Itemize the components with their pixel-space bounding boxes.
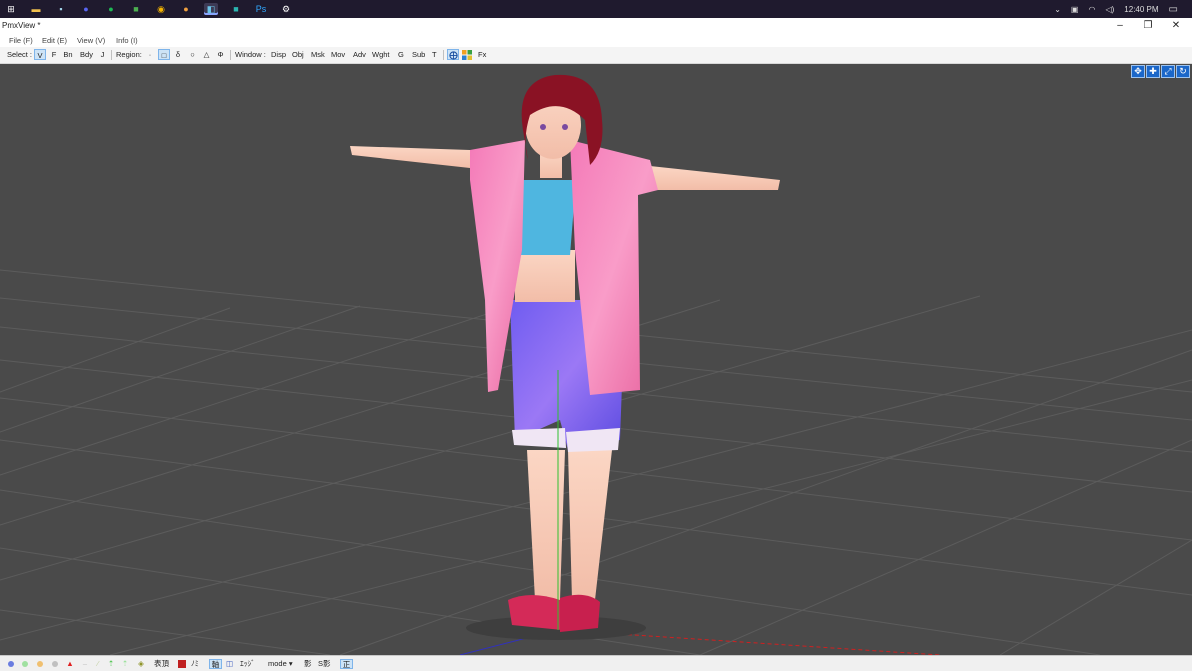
minimize-button[interactable]: – bbox=[1106, 18, 1134, 34]
region-circle-button[interactable]: ○ bbox=[188, 49, 197, 60]
mode-dropdown[interactable]: mode ▾ bbox=[268, 659, 293, 669]
color-swatch[interactable] bbox=[178, 660, 186, 668]
system-tray: ⌄ ▣ ◠ ◁) 12:40 PM ▭ bbox=[1049, 0, 1192, 18]
select-face-button[interactable]: F bbox=[50, 49, 58, 60]
window-obj-button[interactable]: Obj bbox=[292, 49, 304, 60]
triangle-display-icon[interactable]: ▲ bbox=[65, 659, 75, 669]
grid-view-icon[interactable] bbox=[461, 49, 473, 60]
window-g-button[interactable]: G bbox=[398, 49, 404, 60]
select-joint-button[interactable]: J bbox=[99, 49, 106, 60]
pmxview-app-icon[interactable]: ◧ bbox=[204, 3, 218, 15]
menu-info[interactable]: Info (I) bbox=[116, 36, 138, 45]
mode-dropdown-label: mode bbox=[268, 659, 287, 668]
title-bar: PmxView * – ❐ ✕ bbox=[0, 18, 1192, 34]
window-t-button[interactable]: T bbox=[432, 49, 437, 60]
emoji-app-icon[interactable]: ● bbox=[179, 3, 193, 15]
window-mov-button[interactable]: Mov bbox=[331, 49, 345, 60]
window-wght-button[interactable]: Wght bbox=[372, 49, 390, 60]
wifi-icon[interactable]: ◠ bbox=[1088, 5, 1095, 14]
volume-icon[interactable]: ◁) bbox=[1105, 5, 1114, 14]
move-view-icon[interactable]: ✥ bbox=[1131, 65, 1145, 78]
device-icon[interactable]: ▣ bbox=[1071, 5, 1079, 14]
notes-app-icon[interactable]: ▪ bbox=[54, 3, 68, 15]
fx-button[interactable]: Fx bbox=[478, 49, 486, 60]
chevron-up-icon[interactable]: ⌄ bbox=[1054, 5, 1061, 14]
bone-display-icon[interactable]: ⁄ bbox=[94, 659, 102, 669]
surface-button[interactable]: 表頂 bbox=[154, 659, 169, 669]
region-rect-button[interactable]: □ bbox=[158, 49, 170, 60]
select-bone-button[interactable]: Bn bbox=[62, 49, 74, 60]
region-triangle-button[interactable]: △ bbox=[202, 49, 211, 60]
edge-button[interactable]: ｴｯｼﾞ bbox=[240, 659, 255, 669]
taskbar-apps: ⊞ ▬ ▪ ● ● ■ ◉ ● ◧ ■ Ps ⚙ bbox=[0, 3, 298, 15]
line-display-icon[interactable]: – bbox=[80, 659, 90, 669]
view-controls: ✥ ✚ ⤢ ↻ bbox=[1131, 65, 1190, 78]
ik-display-icon[interactable]: ⇡ bbox=[107, 659, 115, 669]
display-toggle-3-icon[interactable] bbox=[37, 661, 43, 667]
windows-taskbar: ⊞ ▬ ▪ ● ● ■ ◉ ● ◧ ■ Ps ⚙ ⌄ ▣ ◠ ◁) 12:40 PM ▭ bbox=[0, 0, 1192, 18]
clock[interactable]: 12:40 PM bbox=[1124, 5, 1158, 14]
region-point-button[interactable]: · bbox=[147, 49, 153, 60]
zoom-view-icon[interactable]: ⤢ bbox=[1161, 65, 1175, 78]
front-view-button[interactable]: 正 bbox=[340, 659, 353, 669]
viewport-scene[interactable] bbox=[0, 64, 1192, 655]
menu-file[interactable]: File (F) bbox=[9, 36, 33, 45]
menu-edit[interactable]: Edit (E) bbox=[42, 36, 67, 45]
physics-display-icon[interactable]: ◈ bbox=[137, 659, 145, 669]
window-title: PmxView * bbox=[2, 21, 41, 30]
window-label: Window : bbox=[235, 50, 266, 59]
joint-display-icon[interactable]: ⇡ bbox=[121, 659, 129, 669]
photoshop-icon[interactable]: Ps bbox=[254, 3, 268, 15]
main-toolbar: Select : V F Bn Bdy J Region: · □ δ ○ △ … bbox=[0, 47, 1192, 64]
globe-view-icon[interactable] bbox=[447, 49, 459, 60]
windows-start-icon[interactable]: ⊞ bbox=[4, 3, 18, 15]
discord-icon[interactable]: ● bbox=[79, 3, 93, 15]
region-label: Region: bbox=[116, 50, 142, 59]
nomi-button[interactable]: ﾉﾐ bbox=[191, 659, 199, 669]
file-explorer-icon[interactable]: ▬ bbox=[29, 3, 43, 15]
axis-button[interactable]: 軸 bbox=[209, 659, 222, 669]
self-shadow-button[interactable]: S影 bbox=[318, 659, 331, 669]
bottom-toolbar: ▲ – ⁄ ⇡ ⇡ ◈ 表頂 ﾉﾐ 軸 ◫ ｴｯｼﾞ mode ▾ 影 S影 正 bbox=[0, 655, 1192, 671]
display-toggle-1-icon[interactable] bbox=[8, 661, 14, 667]
toolbar-divider bbox=[443, 50, 444, 60]
notification-icon[interactable]: ▭ bbox=[1169, 4, 1178, 15]
green-app-icon[interactable]: ■ bbox=[129, 3, 143, 15]
chrome-icon[interactable]: ◉ bbox=[154, 3, 168, 15]
region-phi-button[interactable]: Φ bbox=[216, 49, 225, 60]
select-label: Select : bbox=[7, 50, 33, 59]
axis-alt-icon[interactable]: ◫ bbox=[223, 659, 236, 669]
shadow-button[interactable]: 影 bbox=[304, 659, 312, 669]
pan-view-icon[interactable]: ✚ bbox=[1146, 65, 1160, 78]
window-sub-button[interactable]: Sub bbox=[412, 49, 425, 60]
display-toggle-2-icon[interactable] bbox=[22, 661, 28, 667]
character-model[interactable] bbox=[350, 74, 780, 640]
select-body-button[interactable]: Bdy bbox=[79, 49, 94, 60]
region-lasso-button[interactable]: δ bbox=[174, 49, 182, 60]
spotify-icon[interactable]: ● bbox=[104, 3, 118, 15]
menu-bar: File (F) Edit (E) View (V) Info (I) bbox=[0, 34, 1192, 47]
restore-button[interactable]: ❐ bbox=[1134, 18, 1162, 34]
toolbar-divider bbox=[230, 50, 231, 60]
toolbar-divider bbox=[111, 50, 112, 60]
window-adv-button[interactable]: Adv bbox=[353, 49, 366, 60]
teal-app-icon[interactable]: ■ bbox=[229, 3, 243, 15]
menu-view[interactable]: View (V) bbox=[77, 36, 105, 45]
rotate-view-icon[interactable]: ↻ bbox=[1176, 65, 1190, 78]
3d-viewport[interactable]: ✥ ✚ ⤢ ↻ bbox=[0, 64, 1192, 655]
close-button[interactable]: ✕ bbox=[1162, 18, 1190, 34]
display-toggle-4-icon[interactable] bbox=[52, 661, 58, 667]
select-vertex-button[interactable]: V bbox=[34, 49, 46, 60]
window-disp-button[interactable]: Disp bbox=[271, 49, 286, 60]
settings-icon[interactable]: ⚙ bbox=[279, 3, 293, 15]
window-msk-button[interactable]: Msk bbox=[311, 49, 325, 60]
